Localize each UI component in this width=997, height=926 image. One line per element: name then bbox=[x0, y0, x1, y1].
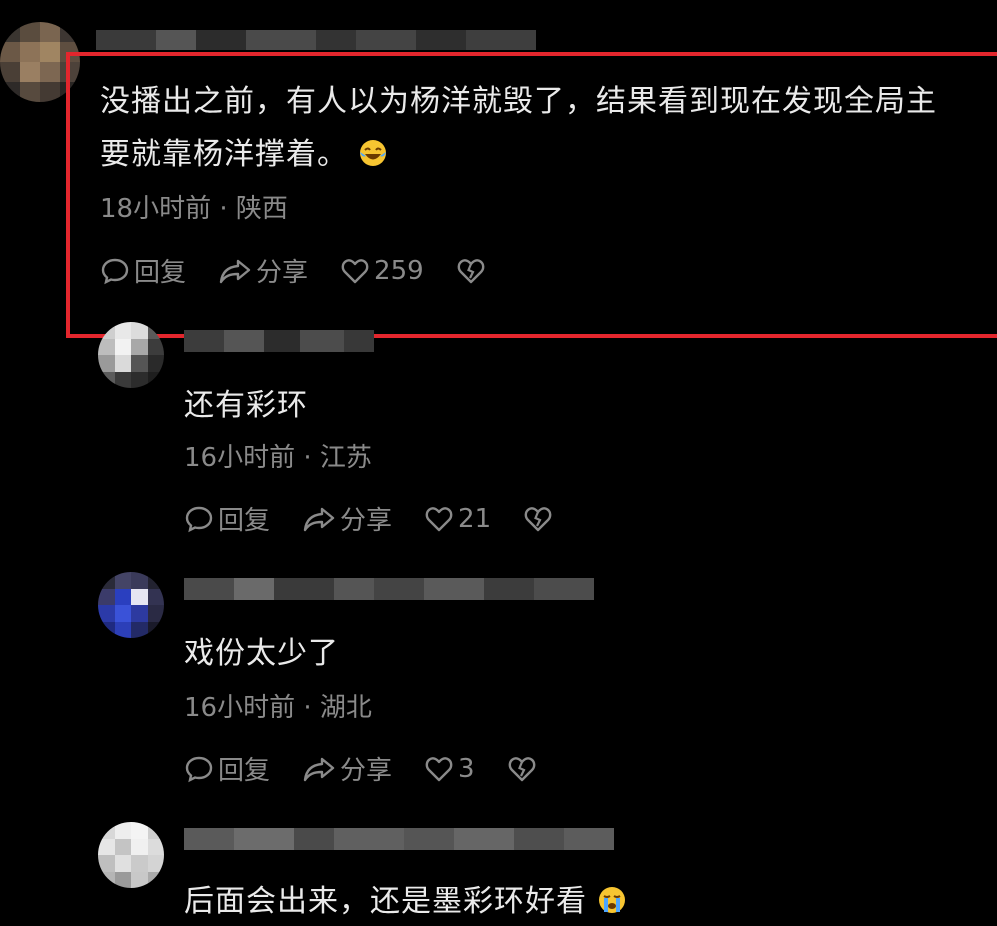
share-label: 分享 bbox=[340, 506, 393, 536]
comment-text: 后面会出来，还是墨彩环好看 bbox=[184, 878, 627, 926]
comment-meta: 16小时前 · 江苏 bbox=[184, 443, 372, 473]
reply-label: 回复 bbox=[218, 506, 271, 536]
like-button[interactable]: 3 bbox=[424, 754, 475, 784]
share-button[interactable]: 分享 bbox=[302, 750, 392, 787]
like-count: 21 bbox=[458, 503, 492, 534]
reply-button[interactable]: 回复 bbox=[184, 500, 270, 537]
like-button[interactable]: 21 bbox=[424, 504, 491, 534]
avatar[interactable] bbox=[98, 322, 164, 388]
highlight-box bbox=[66, 52, 997, 338]
username-blurred[interactable] bbox=[184, 578, 594, 600]
reply-button[interactable]: 回复 bbox=[184, 750, 270, 787]
broken-heart-icon bbox=[524, 506, 552, 531]
username-blurred[interactable] bbox=[184, 828, 614, 850]
comment-meta: 16小时前 · 湖北 bbox=[184, 693, 372, 723]
username-blurred[interactable] bbox=[184, 330, 374, 352]
broken-heart-icon bbox=[508, 756, 535, 781]
comment-icon bbox=[185, 506, 213, 532]
comment-actions: 回复 分享 3 bbox=[184, 750, 569, 787]
dislike-button[interactable] bbox=[523, 504, 553, 534]
share-label: 分享 bbox=[340, 756, 393, 786]
avatar[interactable] bbox=[98, 572, 164, 638]
share-icon bbox=[303, 757, 335, 781]
comment-text: 还有彩环 bbox=[184, 388, 308, 423]
heart-icon bbox=[425, 506, 453, 531]
username-blurred[interactable] bbox=[96, 30, 536, 50]
share-button[interactable]: 分享 bbox=[302, 500, 392, 537]
comment-text-body: 后面会出来，还是墨彩环好看 bbox=[184, 884, 587, 919]
share-icon bbox=[303, 507, 335, 531]
dislike-button[interactable] bbox=[507, 754, 537, 784]
avatar[interactable] bbox=[98, 822, 164, 888]
comment-text: 戏份太少了 bbox=[184, 636, 339, 671]
crying-emoji bbox=[599, 887, 625, 913]
comment-icon bbox=[185, 756, 213, 782]
heart-icon bbox=[425, 756, 453, 781]
comment-actions: 回复 分享 21 bbox=[184, 500, 585, 537]
like-count: 3 bbox=[458, 753, 475, 784]
reply-label: 回复 bbox=[218, 756, 271, 786]
